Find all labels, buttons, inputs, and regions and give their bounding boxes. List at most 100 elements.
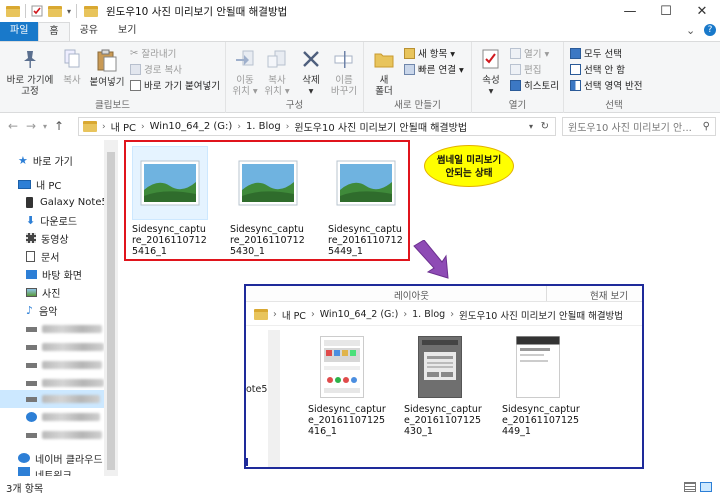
redacted-text <box>42 395 100 403</box>
chevron-right-icon: › <box>141 121 145 132</box>
nav-network[interactable]: 네트워크 <box>18 467 72 476</box>
up-arrow-icon[interactable]: ↑ <box>50 119 68 133</box>
cut-button[interactable]: ✂ 잘라내기 <box>130 46 176 61</box>
history-button[interactable]: 히스토리 <box>510 78 559 92</box>
easy-access-button[interactable]: 빠른 연결 ▾ <box>404 62 464 76</box>
copy-to-button[interactable]: 복사 위치 ▾ <box>262 48 292 97</box>
chevron-down-icon[interactable]: ▾ <box>67 7 71 16</box>
nav-naver-cloud-label: 네이버 클라우드 (\ <box>35 454 114 466</box>
nav-galaxy-note5[interactable]: Galaxy Note5 <box>26 193 108 211</box>
invert-selection-button[interactable]: 선택 영역 반전 <box>570 78 642 92</box>
group-label-new: 새로 만들기 <box>394 100 441 111</box>
nav-drive-redacted[interactable] <box>26 426 102 444</box>
nav-quick-access[interactable]: ★ 바로 가기 <box>18 151 73 169</box>
group-label-organize: 구성 <box>285 100 304 111</box>
copy-button[interactable]: 복사 <box>58 48 86 86</box>
new-folder-icon[interactable] <box>48 5 62 17</box>
move-to-label: 이동 위치 ▾ <box>232 75 258 97</box>
close-button[interactable]: ✕ <box>684 0 720 22</box>
thumbnail <box>132 146 208 220</box>
properties-button[interactable]: 속성 ▾ <box>476 48 506 97</box>
tab-view[interactable]: 보기 <box>108 22 146 41</box>
nav-videos-label: 동영상 <box>41 234 69 246</box>
new-folder-button[interactable]: 새 폴더 <box>370 48 398 97</box>
nav-desktop[interactable]: 바탕 화면 <box>26 265 82 283</box>
nav-drive-selected[interactable] <box>0 390 104 408</box>
breadcrumb-current-folder[interactable]: 윈도우10 사진 미리보기 안될때 해결방법 <box>294 119 467 134</box>
drive-icon <box>26 432 37 438</box>
nav-cloud-redacted[interactable] <box>26 408 100 426</box>
file-item[interactable]: Sidesync_capture_20161107125430_1 <box>230 146 306 257</box>
breadcrumb-blog[interactable]: 1. Blog <box>246 121 281 132</box>
breadcrumb-this-pc[interactable]: 내 PC <box>111 119 136 134</box>
new-item-button[interactable]: 새 항목 ▾ <box>404 46 455 60</box>
thumbnail-view-icon[interactable] <box>700 482 712 492</box>
tab-share[interactable]: 공유 <box>70 22 108 41</box>
group-label-open: 열기 <box>508 100 527 111</box>
open-button[interactable]: 열기 ▾ <box>510 46 549 60</box>
tab-file[interactable]: 파일 <box>0 22 39 41</box>
select-none-button[interactable]: 선택 안 함 <box>570 62 625 76</box>
properties-check-icon[interactable] <box>31 5 43 17</box>
nav-quick-access-label: 바로 가기 <box>32 156 73 168</box>
nav-drive-redacted[interactable] <box>26 356 102 374</box>
star-icon: ★ <box>18 153 28 167</box>
paste-button[interactable]: 붙여넣기 <box>88 48 126 88</box>
copy-path-button[interactable]: 경로 복사 <box>130 62 182 76</box>
tab-home[interactable]: 홈 <box>38 22 70 41</box>
breadcrumb-drive[interactable]: Win10_64_2 (G:) <box>150 121 233 132</box>
nav-music[interactable]: ♪ 음악 <box>26 301 57 319</box>
ribbon-toggle-icon[interactable]: ⌄ <box>686 24 695 37</box>
help-icon[interactable]: ? <box>704 24 716 36</box>
pin-quick-access-button[interactable]: 바로 가기에 고정 <box>4 48 56 97</box>
navigation-scrollbar[interactable] <box>104 140 118 476</box>
edit-button[interactable]: 편집 <box>510 62 541 76</box>
nav-galaxy-note5-label: Galaxy Note5 <box>40 196 108 208</box>
file-item[interactable]: Sidesync_capture_20161107125449_1 <box>328 146 404 257</box>
file-item[interactable]: Sidesync_capture_20161107125416_1 <box>132 146 208 257</box>
address-bar[interactable]: › 내 PC › Win10_64_2 (G:) › 1. Blog › 윈도우… <box>78 117 556 136</box>
nav-documents[interactable]: 문서 <box>26 247 59 265</box>
folder-icon <box>254 309 268 320</box>
chevron-right-icon: › <box>450 309 455 320</box>
download-arrow-icon: ⬇ <box>26 213 36 227</box>
scrollbar-thumb[interactable] <box>107 152 115 470</box>
rename-button[interactable]: 이름 바꾸기 <box>328 48 360 97</box>
minimize-button[interactable]: — <box>612 0 648 22</box>
details-view-icon[interactable] <box>684 482 696 492</box>
recent-chevron-icon[interactable]: ▾ <box>40 122 50 131</box>
new-folder-label: 새 폴더 <box>375 75 393 97</box>
nav-videos[interactable]: 동영상 <box>26 229 69 247</box>
divider <box>246 458 248 466</box>
search-input[interactable]: 윈도우10 사진 미리보기 안... ⚲ <box>562 117 716 136</box>
nav-downloads[interactable]: ⬇ 다운로드 <box>26 211 77 229</box>
copy-path-label: 경로 복사 <box>144 65 182 76</box>
nav-naver-cloud[interactable]: 네이버 클라우드 (\ <box>18 449 113 467</box>
computer-icon <box>18 179 31 189</box>
address-dropdown-icon[interactable]: ▾ <box>529 122 533 131</box>
divider <box>76 4 78 18</box>
navigation-pane: ★ 바로 가기 내 PC Galaxy Note5 ⬇ 다운로드 동영상 문서 … <box>0 140 118 476</box>
nav-drive-redacted[interactable] <box>26 320 102 338</box>
move-to-button[interactable]: 이동 위치 ▾ <box>230 48 260 97</box>
group-clipboard: 바로 가기에 고정 복사 붙여넣기 ✂ 잘라내기 경로 복사 바로 가기 붙여넣기… <box>0 42 226 113</box>
nav-documents-label: 문서 <box>41 252 60 264</box>
cloud-icon <box>18 453 30 463</box>
inset-ribbon-labels: 레이아웃 현재 보기 <box>246 286 642 302</box>
document-icon <box>26 250 35 262</box>
drive-icon <box>26 326 37 332</box>
properties-icon <box>482 49 499 69</box>
nav-pictures[interactable]: 사진 <box>26 283 60 301</box>
inset-screenshot: 레이아웃 현재 보기 › 내 PC › Win10_64_2 (G:) › 1.… <box>244 284 644 469</box>
paste-shortcut-button[interactable]: 바로 가기 붙여넣기 <box>130 78 220 92</box>
select-all-button[interactable]: 모두 선택 <box>570 46 622 60</box>
refresh-icon[interactable]: ↻ <box>541 121 549 132</box>
thumbnail <box>418 336 462 398</box>
forward-arrow-icon[interactable]: → <box>22 119 40 133</box>
pin-label: 바로 가기에 고정 <box>6 75 54 97</box>
delete-button[interactable]: 삭제 ▾ <box>298 48 324 97</box>
back-arrow-icon[interactable]: ← <box>4 119 22 133</box>
nav-this-pc[interactable]: 내 PC <box>18 175 61 193</box>
maximize-button[interactable]: ☐ <box>648 0 684 22</box>
nav-drive-redacted[interactable] <box>26 338 104 356</box>
